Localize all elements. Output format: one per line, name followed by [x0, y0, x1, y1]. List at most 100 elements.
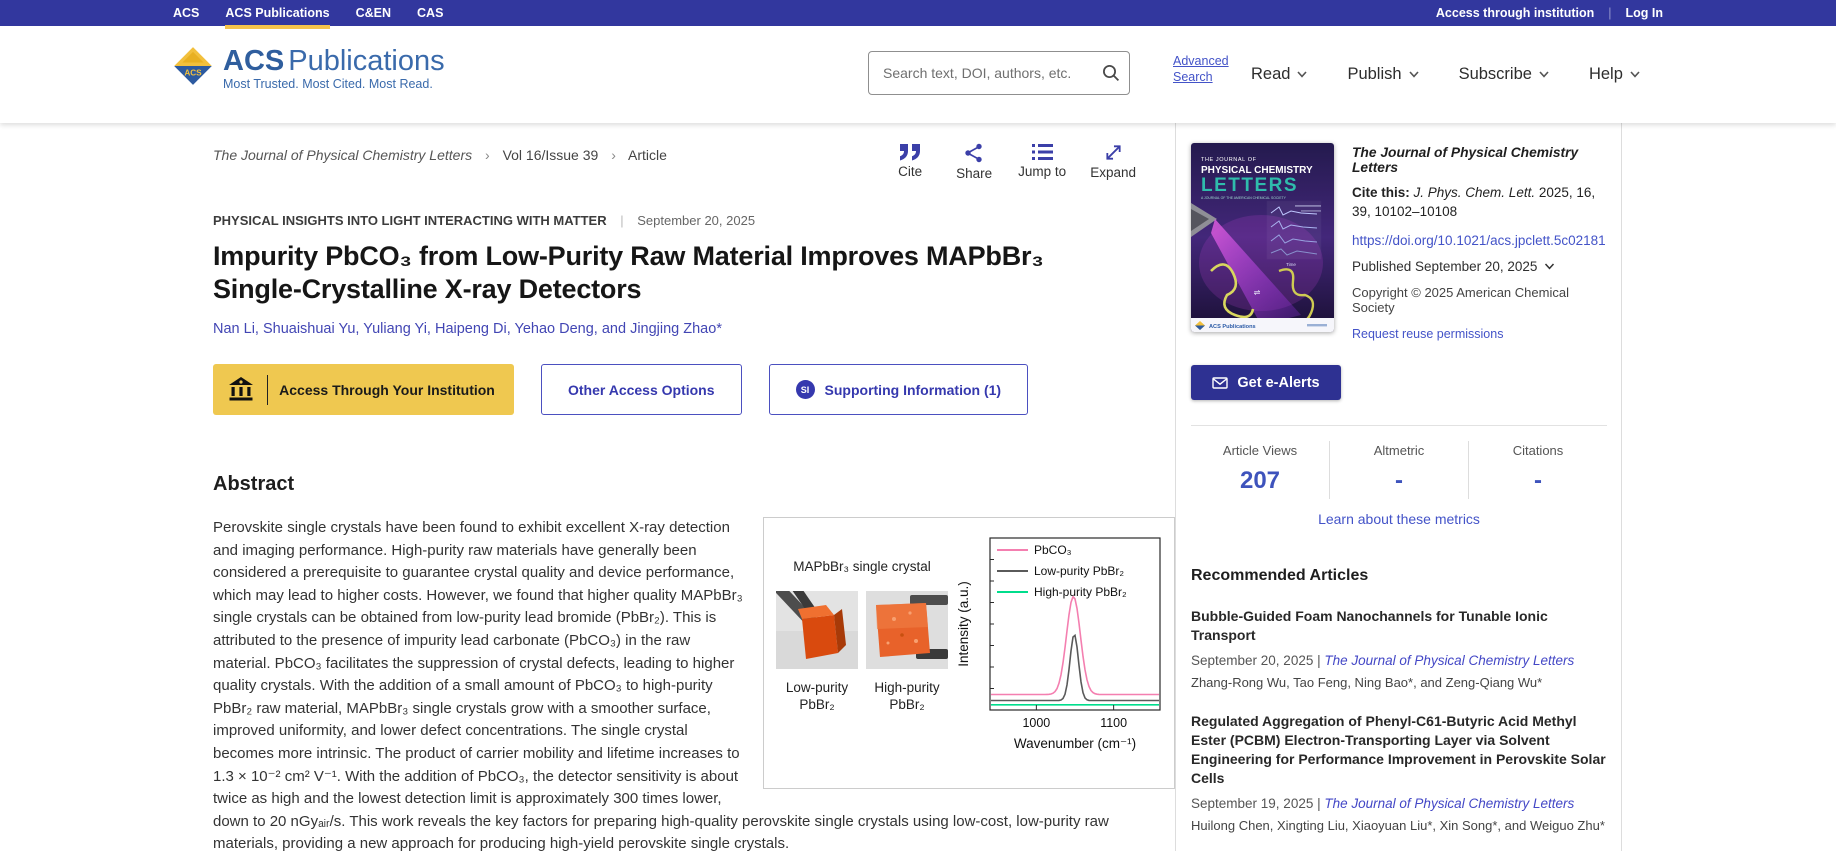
get-e-alerts-button[interactable]: Get e-Alerts: [1191, 365, 1341, 400]
breadcrumb-separator: ›: [602, 147, 625, 163]
svg-text:LETTERS: LETTERS: [1201, 175, 1298, 196]
recommended-article-authors: Huilong Chen, Xingting Liu, Xiaoyuan Liu…: [1191, 818, 1607, 833]
svg-text:Wavenumber (cm⁻¹): Wavenumber (cm⁻¹): [1014, 736, 1136, 751]
breadcrumb-issue-link[interactable]: Vol 16/Issue 39: [503, 147, 599, 163]
figure-crystal-heading: MAPbBr₃ single crystal: [793, 556, 931, 579]
svg-text:ACS: ACS: [184, 68, 202, 77]
acs-publications-logo[interactable]: ACS ACSPublications Most Trusted. Most C…: [173, 46, 445, 91]
svg-text:⇌: ⇌: [1254, 288, 1261, 297]
virtual-issue-label[interactable]: PHYSICAL INSIGHTS INTO LIGHT INTERACTING…: [213, 213, 607, 228]
site-header: ACS ACSPublications Most Trusted. Most C…: [0, 26, 1836, 123]
high-purity-label: High-purity PbBr₂: [866, 679, 948, 713]
acs-network-nav: ACS ACS Publications C&EN CAS: [173, 0, 443, 26]
top-nav-bar: ACS ACS Publications C&EN CAS Access thr…: [0, 0, 1836, 26]
cite-quote-icon: [899, 143, 921, 161]
menu-help[interactable]: Help: [1589, 65, 1640, 84]
topnav-acs[interactable]: ACS: [173, 0, 199, 26]
search-box: [868, 51, 1130, 95]
recommended-article: Regulated Aggregation of Phenyl-C61-Buty…: [1191, 712, 1607, 833]
svg-text:Low-purity PbBr₂: Low-purity PbBr₂: [1034, 564, 1124, 578]
acs-diamond-logo-icon: ACS: [173, 46, 213, 86]
abstract-graphic[interactable]: MAPbBr₃ single crystal: [763, 517, 1175, 789]
svg-text:1100: 1100: [1100, 716, 1127, 730]
si-badge-icon: SI: [796, 380, 815, 399]
published-date: Published September 20, 2025: [1352, 259, 1537, 274]
topnav-acs-publications[interactable]: ACS Publications: [225, 0, 329, 26]
abstract-heading: Abstract: [213, 473, 1175, 496]
recommended-articles-heading: Recommended Articles: [1191, 567, 1607, 585]
supporting-information-button[interactable]: SI Supporting Information (1): [769, 364, 1029, 415]
menu-read[interactable]: Read: [1251, 65, 1307, 84]
cite-button[interactable]: Cite: [890, 143, 930, 181]
share-button[interactable]: Share: [954, 143, 994, 181]
article-sidebar: THE JOURNAL OF PHYSICAL CHEMISTRY LETTER…: [1175, 123, 1622, 851]
search-icon[interactable]: [1093, 52, 1129, 94]
jump-to-button[interactable]: Jump to: [1018, 143, 1066, 181]
expand-arrows-icon: [1104, 143, 1123, 162]
institution-building-icon: [228, 376, 254, 403]
logo-acs-word: ACS: [223, 45, 284, 77]
access-institution-button[interactable]: Access Through Your Institution: [213, 364, 514, 415]
share-icon: [964, 143, 984, 163]
recommended-article-journal-link[interactable]: The Journal of Physical Chemistry Letter…: [1324, 653, 1574, 668]
access-through-institution-link[interactable]: Access through institution: [1436, 6, 1594, 20]
login-link[interactable]: Log In: [1626, 6, 1664, 20]
metric-article-views: Article Views 207: [1191, 441, 1329, 499]
learn-about-metrics-link[interactable]: Learn about these metrics: [1191, 511, 1607, 527]
journal-cover-image[interactable]: THE JOURNAL OF PHYSICAL CHEMISTRY LETTER…: [1191, 143, 1334, 332]
high-purity-crystal-photo: [866, 591, 948, 669]
article-metrics: Article Views 207 Altmetric - Citations …: [1191, 425, 1607, 527]
search-input[interactable]: [869, 65, 1093, 81]
svg-text:ACS Publications: ACS Publications: [1209, 324, 1256, 330]
jump-to-list-icon: [1032, 143, 1053, 161]
breadcrumb-article: Article: [628, 147, 667, 163]
svg-text:Time: Time: [1286, 262, 1296, 267]
copyright-notice: Copyright © 2025 American Chemical Socie…: [1352, 285, 1607, 315]
low-purity-label: Low-purity PbBr₂: [776, 679, 858, 713]
expand-button[interactable]: Expand: [1090, 143, 1136, 181]
raman-spectrum-chart: 1000 1100 Wavenumber (cm⁻¹) Intensity (a.u.…: [950, 530, 1168, 778]
svg-text:1000: 1000: [1022, 716, 1050, 730]
recommended-article-date: September 19, 2025: [1191, 796, 1313, 811]
svg-text:High-purity PbBr₂: High-purity PbBr₂: [1034, 585, 1127, 599]
low-purity-crystal-photo: [776, 591, 858, 669]
envelope-icon: [1212, 377, 1228, 389]
author-list[interactable]: Nan Li, Shuaishuai Yu, Yuliang Yi, Haipe…: [213, 321, 1175, 337]
logo-text: ACSPublications Most Trusted. Most Cited…: [223, 46, 445, 91]
recommended-article-title-link[interactable]: Bubble-Guided Foam Nanochannels for Tuna…: [1191, 607, 1607, 645]
recommended-article-journal-link[interactable]: The Journal of Physical Chemistry Letter…: [1324, 796, 1574, 811]
doi-link[interactable]: https://doi.org/10.1021/acs.jpclett.5c02…: [1352, 233, 1607, 248]
recommended-article-date: September 20, 2025: [1191, 653, 1313, 668]
logo-tagline: Most Trusted. Most Cited. Most Read.: [223, 77, 445, 91]
citation-line: Cite this: J. Phys. Chem. Lett. 2025, 16…: [1352, 183, 1607, 221]
svg-text:THE JOURNAL OF: THE JOURNAL OF: [1201, 157, 1257, 163]
menu-subscribe[interactable]: Subscribe: [1459, 65, 1549, 84]
article-actions: Cite Share: [890, 143, 1136, 181]
topnav-divider: |: [1608, 6, 1611, 20]
publication-date: September 20, 2025: [637, 213, 755, 228]
metric-altmetric: Altmetric -: [1329, 441, 1468, 499]
svg-text:PbCO₃: PbCO₃: [1034, 543, 1072, 557]
advanced-search-link[interactable]: Advanced Search: [1173, 53, 1249, 85]
topnav-cas[interactable]: CAS: [417, 0, 443, 26]
recommended-article: Bubble-Guided Foam Nanochannels for Tuna…: [1191, 607, 1607, 690]
article-title: Impurity PbCO₃ from Low-Purity Raw Mater…: [213, 240, 1128, 306]
request-reuse-permissions-link[interactable]: Request reuse permissions: [1352, 327, 1607, 341]
svg-text:A JOURNAL OF THE AMERICAN CHEM: A JOURNAL OF THE AMERICAN CHEMICAL SOCIE…: [1201, 196, 1287, 200]
header-menus: Read Publish Subscribe Help: [1251, 26, 1640, 123]
svg-text:Intensity (a.u.): Intensity (a.u.): [956, 581, 971, 667]
article-eyebrow: PHYSICAL INSIGHTS INTO LIGHT INTERACTING…: [213, 213, 1175, 228]
breadcrumb-journal-link[interactable]: The Journal of Physical Chemistry Letter…: [213, 147, 472, 163]
sidebar-journal-name[interactable]: The Journal of Physical Chemistry Letter…: [1352, 145, 1607, 175]
metric-citations: Citations -: [1468, 441, 1607, 499]
published-history-chevron-icon[interactable]: [1544, 263, 1555, 270]
logo-publications-word: Publications: [288, 45, 444, 77]
recommended-article-title-link[interactable]: Regulated Aggregation of Phenyl-C61-Buty…: [1191, 712, 1607, 788]
other-access-options-button[interactable]: Other Access Options: [541, 364, 742, 415]
abstract-section: MAPbBr₃ single crystal: [213, 517, 1175, 851]
article-main-column: The Journal of Physical Chemistry Letter…: [173, 123, 1175, 851]
breadcrumb-separator: ›: [476, 147, 499, 163]
recommended-article-authors: Zhang-Rong Wu, Tao Feng, Ning Bao*, and …: [1191, 675, 1607, 690]
menu-publish[interactable]: Publish: [1347, 65, 1418, 84]
topnav-cen[interactable]: C&EN: [356, 0, 391, 26]
